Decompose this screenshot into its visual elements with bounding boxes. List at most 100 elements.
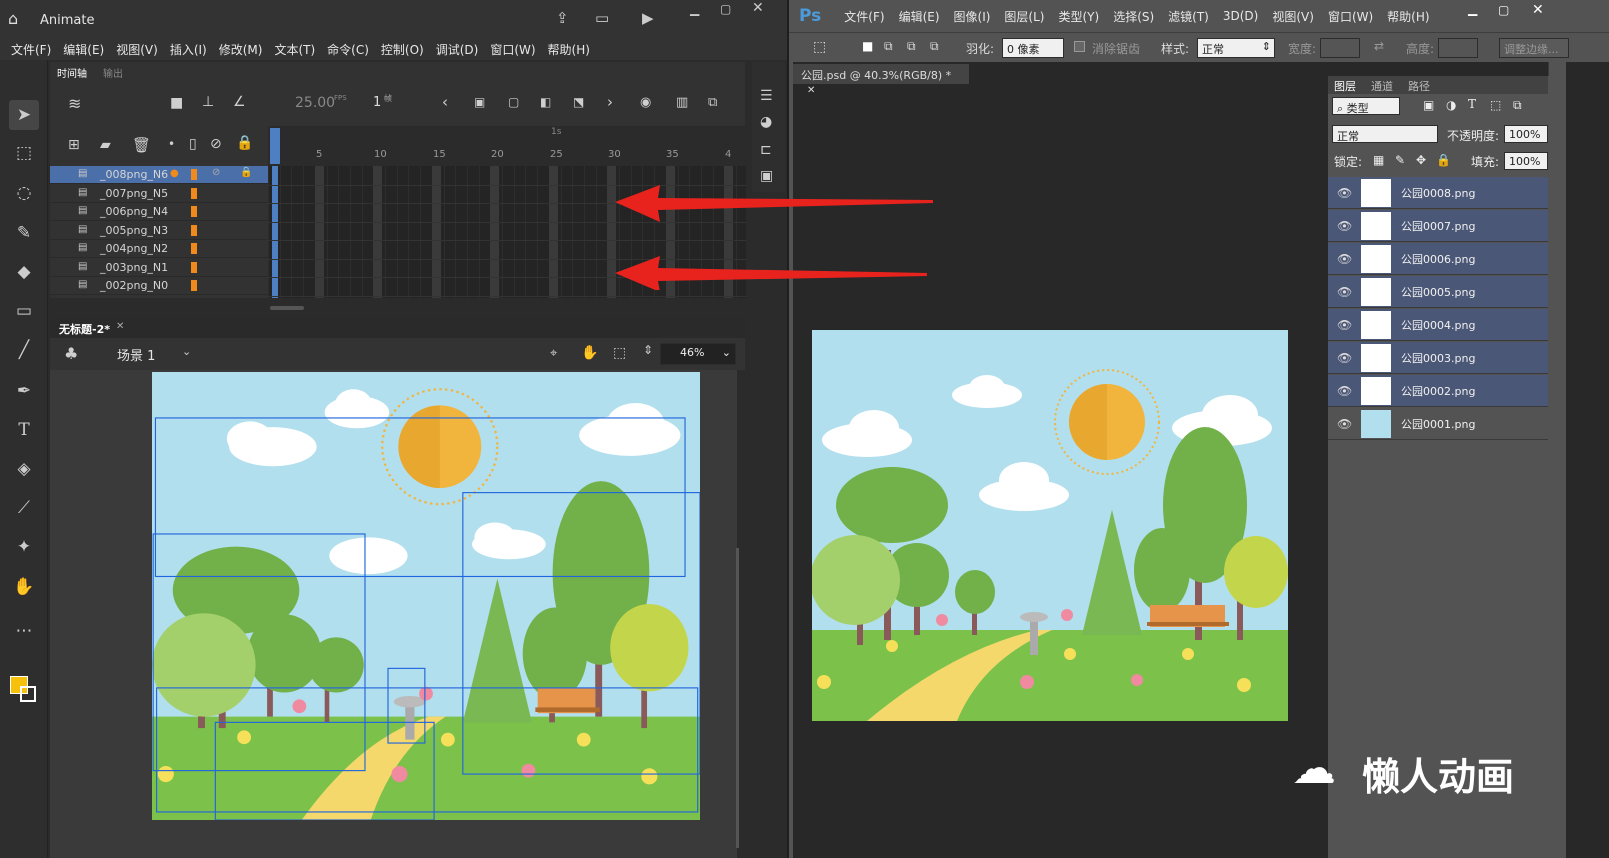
test-movie-icon[interactable]: ▶ [642, 9, 654, 27]
camera-icon[interactable]: ■ [170, 95, 183, 111]
eye-icon[interactable]: 👁 [1337, 351, 1352, 365]
rotate-stage-icon[interactable]: ⇕ [643, 343, 653, 357]
clip-icon[interactable]: ⬚ [613, 345, 626, 361]
timeline-layer-row[interactable]: ▤ _006png_N4 [50, 203, 268, 221]
snap-icon[interactable]: ⌖ [550, 346, 557, 361]
eye-icon[interactable]: 👁 [1337, 384, 1352, 398]
width-input[interactable] [1320, 38, 1360, 58]
hide-all-icon[interactable]: ⊘ [210, 136, 222, 152]
hand-tool-icon[interactable]: ✋ [9, 572, 39, 602]
ps-menu-item[interactable]: 帮助(H) [1382, 8, 1434, 25]
layer-color-swatch[interactable] [191, 280, 197, 291]
filter-adjustment-icon[interactable]: ◑ [1446, 98, 1456, 112]
layer-color-swatch[interactable] [191, 206, 197, 217]
timeline-layer-row[interactable]: ▤ _004png_N2 [50, 240, 268, 258]
lock-all-icon[interactable]: 🔒 [236, 135, 253, 151]
animate-menu-item[interactable]: 文本(T) [269, 41, 320, 58]
scene-name[interactable]: 场景 1 [117, 345, 155, 364]
antialias-checkbox[interactable] [1074, 41, 1085, 52]
height-input[interactable] [1438, 38, 1478, 58]
delete-layer-icon[interactable]: 🗑 [132, 136, 151, 154]
animate-menu-item[interactable]: 视图(V) [111, 41, 163, 58]
ps-doc-close-icon[interactable]: ✕ [807, 85, 815, 96]
layer-lock-icon[interactable]: 🔒 [240, 167, 252, 178]
ps-menu-item[interactable]: 图像(I) [949, 8, 996, 25]
subtract-selection-icon[interactable]: ⧉ [907, 39, 916, 54]
eye-icon[interactable]: 👁 [1337, 219, 1352, 233]
refine-edge-button[interactable]: 调整边缘... [1499, 38, 1569, 58]
blank-keyframe-icon[interactable]: ▢ [508, 95, 519, 109]
home-icon[interactable]: ⌂ [8, 9, 18, 28]
blend-mode-select[interactable]: 正常 [1332, 125, 1438, 143]
playhead-indicator[interactable] [270, 128, 280, 164]
ps-panel-tab[interactable]: 图层 [1334, 78, 1356, 94]
share-icon[interactable]: ⇪ [556, 9, 569, 27]
timeline-layer-row[interactable]: ▤ _002png_N0 [50, 277, 268, 295]
ps-menu-item[interactable]: 滤镜(T) [1163, 8, 1214, 25]
brush-tool-icon[interactable]: ✎ [9, 218, 39, 248]
ps-minimize-icon[interactable]: ▁ [1468, 2, 1477, 16]
pen-tool-icon[interactable]: ✒ [9, 376, 39, 406]
insert-keyframe-icon[interactable]: ▣ [474, 95, 485, 109]
eye-icon[interactable]: 👁 [1337, 318, 1352, 332]
layer-filter-select[interactable]: ⌕ 类型 [1332, 97, 1400, 115]
zoom-dropdown-icon[interactable]: ⌄ [722, 346, 731, 359]
edit-scene-icon[interactable]: ♣ [64, 344, 78, 363]
fps-value[interactable]: 25.00 [295, 95, 335, 111]
timeline-layer-row[interactable]: ▤ _003png_N1 [50, 259, 268, 277]
ps-layer-row[interactable]: 👁 公园0006.png [1328, 243, 1548, 275]
ps-menu-item[interactable]: 文件(F) [839, 8, 889, 25]
opacity-input[interactable]: 100% [1504, 125, 1548, 143]
more-tools-icon[interactable]: ⋯ [9, 616, 39, 646]
highlight-layers-icon[interactable]: • [168, 137, 175, 151]
line-tool-icon[interactable]: ╱ [9, 335, 39, 365]
eye-icon[interactable]: 👁 [1337, 252, 1352, 266]
ps-panel-tab[interactable]: 路径 [1408, 78, 1430, 94]
ps-menu-item[interactable]: 3D(D) [1218, 9, 1263, 23]
filter-type-icon[interactable]: T [1468, 97, 1476, 111]
auto-keyframe-icon[interactable]: ⬔ [573, 95, 584, 109]
add-selection-icon[interactable]: ⧉ [884, 39, 893, 54]
ps-panel-tab[interactable]: 通道 [1371, 78, 1393, 94]
onion-skin-icon[interactable]: ◉ [640, 95, 651, 110]
animate-menu-item[interactable]: 控制(O) [376, 41, 429, 58]
color-palette-icon[interactable]: ◕ [760, 114, 772, 130]
ps-canvas[interactable] [812, 330, 1288, 721]
new-folder-icon[interactable]: ▰ [100, 137, 111, 153]
stage-canvas[interactable] [152, 372, 700, 820]
ps-layer-row[interactable]: 👁 公园0001.png [1328, 408, 1548, 440]
animate-menu-item[interactable]: 修改(M) [214, 41, 268, 58]
animate-menu-item[interactable]: 命令(C) [322, 41, 374, 58]
ps-menu-item[interactable]: 视图(V) [1267, 8, 1319, 25]
ps-menu-item[interactable]: 编辑(E) [894, 8, 945, 25]
animate-menu-item[interactable]: 文件(F) [6, 41, 56, 58]
align-icon[interactable]: ⊏ [760, 142, 772, 158]
tab-output[interactable]: 输出 [103, 65, 123, 80]
lock-all-icon[interactable]: 🔒 [1436, 153, 1451, 167]
pin-tool-icon[interactable]: ✦ [9, 532, 39, 562]
selection-tool-icon[interactable]: ➤ [9, 100, 39, 130]
animate-menu-item[interactable]: 窗口(W) [485, 41, 540, 58]
lock-move-icon[interactable]: ✥ [1416, 153, 1426, 167]
layer-color-swatch[interactable] [191, 187, 197, 199]
insert-frame-icon[interactable]: ◧ [540, 95, 551, 109]
new-layer-icon[interactable]: ⊞ [68, 137, 80, 153]
ps-document-tab[interactable]: 公园.psd @ 40.3%(RGB/8) * ✕ [793, 64, 969, 96]
close-tab-icon[interactable]: ✕ [116, 321, 124, 332]
zoom-field[interactable]: 46% ⌄ [660, 343, 736, 365]
feather-input[interactable]: 0 像素 [1002, 38, 1064, 58]
animate-menu-item[interactable]: 调试(D) [431, 41, 484, 58]
graph-icon[interactable]: ∠ [233, 94, 246, 110]
prev-frame-icon[interactable]: ‹ [442, 93, 448, 111]
maximize-icon[interactable]: ▢ [720, 2, 731, 16]
ps-layer-row[interactable]: 👁 公园0003.png [1328, 342, 1548, 374]
rectangle-tool-icon[interactable]: ▭ [9, 296, 39, 326]
free-transform-tool-icon[interactable]: ⬚ [9, 138, 39, 168]
document-tab[interactable]: 无标题-2* [59, 321, 110, 337]
stroke-color-swatch[interactable] [20, 686, 36, 702]
eye-icon[interactable]: 👁 [1337, 417, 1352, 431]
text-tool-icon[interactable]: T [9, 415, 39, 445]
swap-dimensions-icon[interactable]: ⇄ [1374, 39, 1384, 53]
animate-menu-item[interactable]: 帮助(H) [543, 41, 595, 58]
tab-timeline[interactable]: 时间轴 [57, 65, 87, 80]
